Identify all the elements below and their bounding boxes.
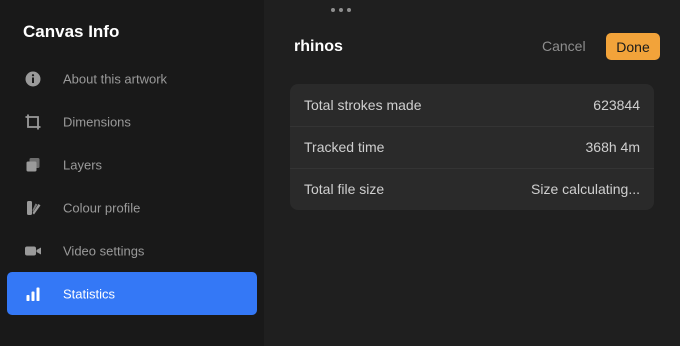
sidebar-item-label: Dimensions bbox=[63, 114, 131, 129]
stat-value: 368h 4m bbox=[585, 139, 640, 155]
swatch-icon bbox=[24, 199, 42, 217]
main-panel: rhinos Cancel Done Total strokes made 62… bbox=[264, 0, 680, 346]
info-icon bbox=[24, 70, 42, 88]
statistics-card: Total strokes made 623844 Tracked time 3… bbox=[290, 84, 654, 210]
more-dots-icon[interactable] bbox=[331, 6, 351, 14]
sidebar-item-video-settings[interactable]: Video settings bbox=[0, 229, 264, 272]
sidebar-item-label: Layers bbox=[63, 157, 103, 172]
sidebar-item-label: About this artwork bbox=[63, 71, 168, 86]
sidebar-item-colour-profile[interactable]: Colour profile bbox=[0, 186, 264, 229]
sidebar-item-dimensions[interactable]: Dimensions bbox=[0, 100, 264, 143]
cancel-button[interactable]: Cancel bbox=[542, 38, 586, 54]
sidebar-item-statistics[interactable]: Statistics bbox=[7, 272, 257, 315]
sidebar-item-layers[interactable]: Layers bbox=[0, 143, 264, 186]
stat-row-strokes: Total strokes made 623844 bbox=[290, 84, 654, 126]
stat-label: Total file size bbox=[304, 181, 385, 197]
stat-row-tracked-time: Tracked time 368h 4m bbox=[290, 126, 654, 168]
stat-value: 623844 bbox=[593, 97, 640, 113]
sidebar-item-label: Colour profile bbox=[63, 200, 141, 215]
sidebar-nav: About this artwork Dimensions Layers Col… bbox=[0, 57, 264, 315]
stat-label: Total strokes made bbox=[304, 97, 422, 113]
sidebar-item-about[interactable]: About this artwork bbox=[0, 57, 264, 100]
stat-value: Size calculating... bbox=[531, 181, 640, 197]
layers-icon bbox=[24, 156, 42, 174]
video-camera-icon bbox=[24, 242, 42, 260]
bar-chart-icon bbox=[24, 285, 42, 303]
stat-row-file-size: Total file size Size calculating... bbox=[290, 168, 654, 210]
stat-label: Tracked time bbox=[304, 139, 385, 155]
sidebar-title: Canvas Info bbox=[23, 22, 120, 41]
sidebar-item-label: Statistics bbox=[63, 286, 116, 301]
sidebar-item-label: Video settings bbox=[63, 243, 145, 258]
sidebar: Canvas Info About this artwork Dimension… bbox=[0, 0, 264, 346]
done-button[interactable]: Done bbox=[606, 33, 660, 60]
canvas-info-panel: Canvas Info About this artwork Dimension… bbox=[0, 0, 680, 346]
crop-icon bbox=[24, 113, 42, 131]
artwork-title: rhinos bbox=[294, 38, 343, 55]
